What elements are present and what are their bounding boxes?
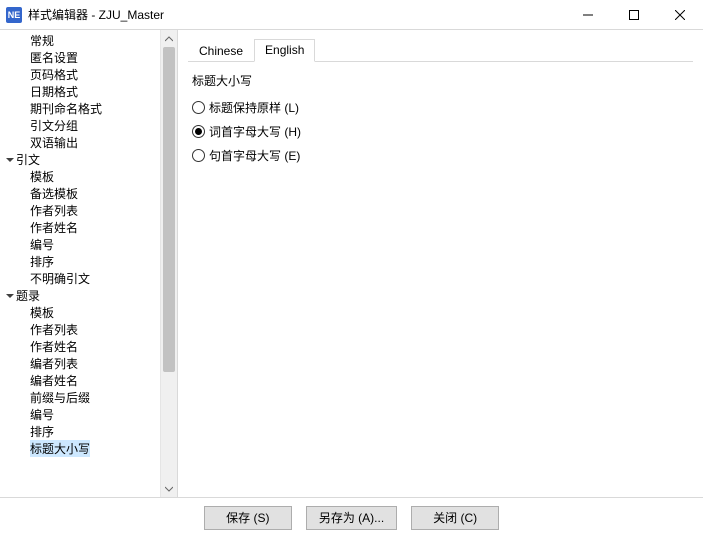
content-panel: Chinese English 标题大小写 标题保持原样 (L) 词首字母大写 (… [178, 30, 703, 497]
radio-label: 标题保持原样 (L) [209, 99, 299, 116]
tabstrip: Chinese English [188, 38, 693, 62]
tree-item-label: 引文 [16, 151, 40, 168]
tree-item-label: 双语输出 [30, 134, 78, 151]
tree-item[interactable]: 日期格式 [0, 83, 160, 100]
radio-label: 句首字母大写 (E) [209, 147, 300, 164]
tree-item[interactable]: 编号 [0, 236, 160, 253]
tree-item-label: 编者列表 [30, 355, 78, 372]
tree-item[interactable]: 作者列表 [0, 202, 160, 219]
tree-item-label: 排序 [30, 253, 54, 270]
app-icon: NE [6, 7, 22, 23]
scroll-up-arrow[interactable] [161, 30, 177, 47]
radio-label: 词首字母大写 (H) [209, 123, 301, 140]
tree-item-label: 作者姓名 [30, 338, 78, 355]
tree-item-label: 模板 [30, 304, 54, 321]
tree-panel: 常规匿名设置页码格式日期格式期刊命名格式引文分组双语输出引文模板备选模板作者列表… [0, 30, 178, 497]
chevron-down-icon[interactable] [4, 292, 16, 300]
tree-item[interactable]: 匿名设置 [0, 49, 160, 66]
tree-item-label: 编号 [30, 406, 54, 423]
tree-item[interactable]: 引文分组 [0, 117, 160, 134]
save-as-button[interactable]: 另存为 (A)... [306, 506, 397, 530]
tab-english[interactable]: English [254, 39, 315, 62]
tree-item[interactable]: 题录 [0, 287, 160, 304]
chevron-down-icon[interactable] [4, 156, 16, 164]
tree-item-label: 作者列表 [30, 321, 78, 338]
window-title: 样式编辑器 - ZJU_Master [28, 6, 565, 23]
tree-item[interactable]: 作者列表 [0, 321, 160, 338]
tree-item[interactable]: 作者姓名 [0, 338, 160, 355]
tree-item-label: 日期格式 [30, 83, 78, 100]
scrollbar-track[interactable] [161, 47, 177, 480]
tree-item-label: 页码格式 [30, 66, 78, 83]
tree-item[interactable]: 编号 [0, 406, 160, 423]
scroll-down-arrow[interactable] [161, 480, 177, 497]
tree-item[interactable]: 双语输出 [0, 134, 160, 151]
tree[interactable]: 常规匿名设置页码格式日期格式期刊命名格式引文分组双语输出引文模板备选模板作者列表… [0, 30, 160, 497]
tree-item[interactable]: 模板 [0, 304, 160, 321]
tab-chinese[interactable]: Chinese [188, 40, 254, 62]
vertical-scrollbar[interactable] [160, 30, 177, 497]
tree-item-label: 期刊命名格式 [30, 100, 102, 117]
tree-item[interactable]: 备选模板 [0, 185, 160, 202]
tree-item-label: 标题大小写 [30, 440, 90, 457]
tree-item-label: 不明确引文 [30, 270, 90, 287]
tabpanel-english: 标题大小写 标题保持原样 (L) 词首字母大写 (H) 句首字母大写 (E) [188, 62, 693, 177]
tree-item-label: 常规 [30, 32, 54, 49]
radio-option[interactable]: 标题保持原样 (L) [192, 95, 689, 119]
footer: 保存 (S) 另存为 (A)... 关闭 (C) [0, 497, 703, 537]
tree-item[interactable]: 常规 [0, 32, 160, 49]
tree-item-label: 作者姓名 [30, 219, 78, 236]
tree-item[interactable]: 编者姓名 [0, 372, 160, 389]
group-title: 标题大小写 [192, 72, 689, 89]
tree-item-label: 引文分组 [30, 117, 78, 134]
scrollbar-thumb[interactable] [163, 47, 175, 372]
maximize-button[interactable] [611, 0, 657, 30]
radio-icon[interactable] [192, 125, 205, 138]
tree-item[interactable]: 排序 [0, 423, 160, 440]
tree-item[interactable]: 前缀与后缀 [0, 389, 160, 406]
tree-item[interactable]: 页码格式 [0, 66, 160, 83]
main: 常规匿名设置页码格式日期格式期刊命名格式引文分组双语输出引文模板备选模板作者列表… [0, 30, 703, 497]
close-window-button[interactable] [657, 0, 703, 30]
tree-item[interactable]: 排序 [0, 253, 160, 270]
tree-item[interactable]: 不明确引文 [0, 270, 160, 287]
tree-item-label: 排序 [30, 423, 54, 440]
minimize-button[interactable] [565, 0, 611, 30]
tree-item-label: 作者列表 [30, 202, 78, 219]
close-button[interactable]: 关闭 (C) [411, 506, 499, 530]
radio-option[interactable]: 词首字母大写 (H) [192, 119, 689, 143]
tree-item[interactable]: 作者姓名 [0, 219, 160, 236]
save-button[interactable]: 保存 (S) [204, 506, 292, 530]
tree-item-label: 备选模板 [30, 185, 78, 202]
titlebar: NE 样式编辑器 - ZJU_Master [0, 0, 703, 30]
tree-item-label: 模板 [30, 168, 54, 185]
radio-icon[interactable] [192, 101, 205, 114]
tree-item-label: 编者姓名 [30, 372, 78, 389]
tree-item-label: 编号 [30, 236, 54, 253]
tree-item[interactable]: 标题大小写 [0, 440, 160, 457]
tree-item[interactable]: 模板 [0, 168, 160, 185]
tree-item[interactable]: 编者列表 [0, 355, 160, 372]
tree-item[interactable]: 期刊命名格式 [0, 100, 160, 117]
tree-item-label: 题录 [16, 287, 40, 304]
tree-item-label: 匿名设置 [30, 49, 78, 66]
tree-item-label: 前缀与后缀 [30, 389, 90, 406]
tree-item[interactable]: 引文 [0, 151, 160, 168]
radio-icon[interactable] [192, 149, 205, 162]
radio-option[interactable]: 句首字母大写 (E) [192, 143, 689, 167]
